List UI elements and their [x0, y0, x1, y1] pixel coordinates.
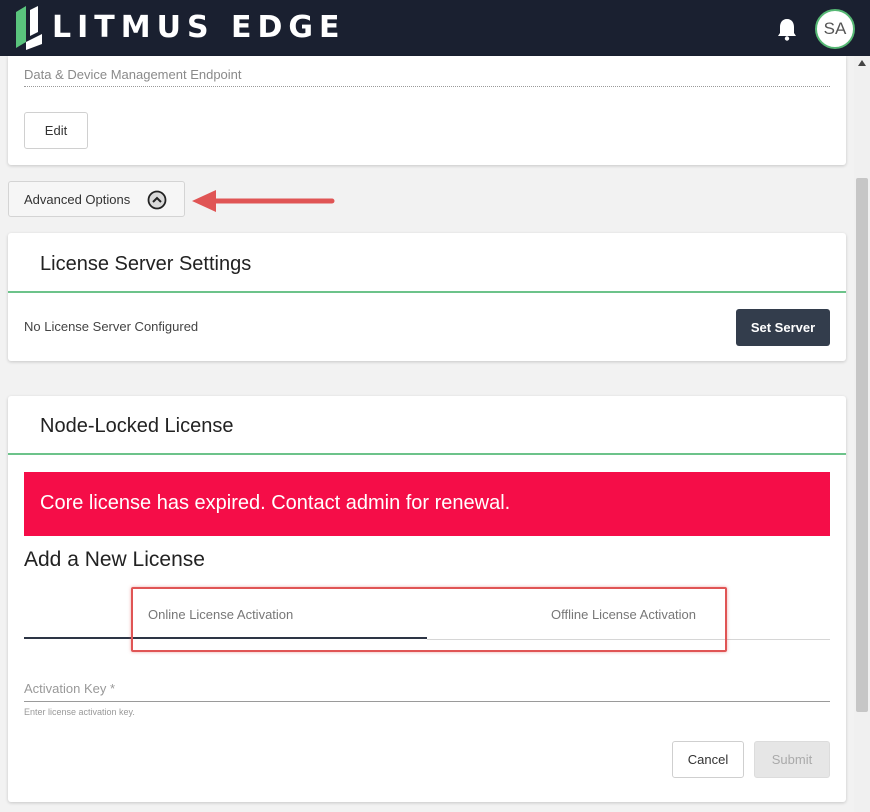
bell-icon[interactable] [776, 17, 798, 41]
scrollbar-thumb[interactable] [856, 178, 868, 712]
activation-key-hint: Enter license activation key. [24, 707, 135, 717]
cancel-button[interactable]: Cancel [672, 741, 744, 778]
chevron-up-circle-icon [147, 190, 167, 210]
endpoint-card: Data & Device Management Endpoint Edit [8, 56, 846, 165]
annotation-highlight-box [131, 587, 727, 652]
node-locked-title: Node-Locked License [40, 415, 234, 437]
set-server-button[interactable]: Set Server [736, 309, 830, 346]
submit-button[interactable]: Submit [754, 741, 830, 778]
title-divider [8, 291, 846, 293]
annotation-arrow-icon [192, 190, 335, 212]
title-divider [8, 453, 846, 455]
license-server-title: License Server Settings [40, 253, 252, 275]
advanced-options-button[interactable]: Advanced Options [8, 181, 185, 217]
license-expired-alert: Core license has expired. Contact admin … [24, 472, 830, 536]
license-server-card: License Server Settings No License Serve… [8, 233, 846, 361]
node-locked-license-card: Node-Locked License Core license has exp… [8, 396, 846, 802]
edit-button[interactable]: Edit [24, 112, 88, 149]
scroll-up-arrow-icon[interactable] [858, 60, 866, 66]
avatar[interactable]: SA [815, 9, 855, 49]
advanced-options-label: Advanced Options [24, 192, 131, 207]
add-license-title: Add a New License [24, 548, 205, 571]
license-server-status: No License Server Configured [24, 319, 199, 334]
activation-key-input[interactable] [24, 676, 830, 702]
endpoint-divider [24, 86, 830, 87]
top-bar: LITMUS EDGE SA [0, 0, 870, 56]
alert-message: Core license has expired. Contact admin … [40, 492, 511, 514]
endpoint-label: Data & Device Management Endpoint [24, 67, 242, 82]
litmus-logo-icon [16, 6, 42, 50]
brand-name: LITMUS EDGE [52, 10, 346, 45]
